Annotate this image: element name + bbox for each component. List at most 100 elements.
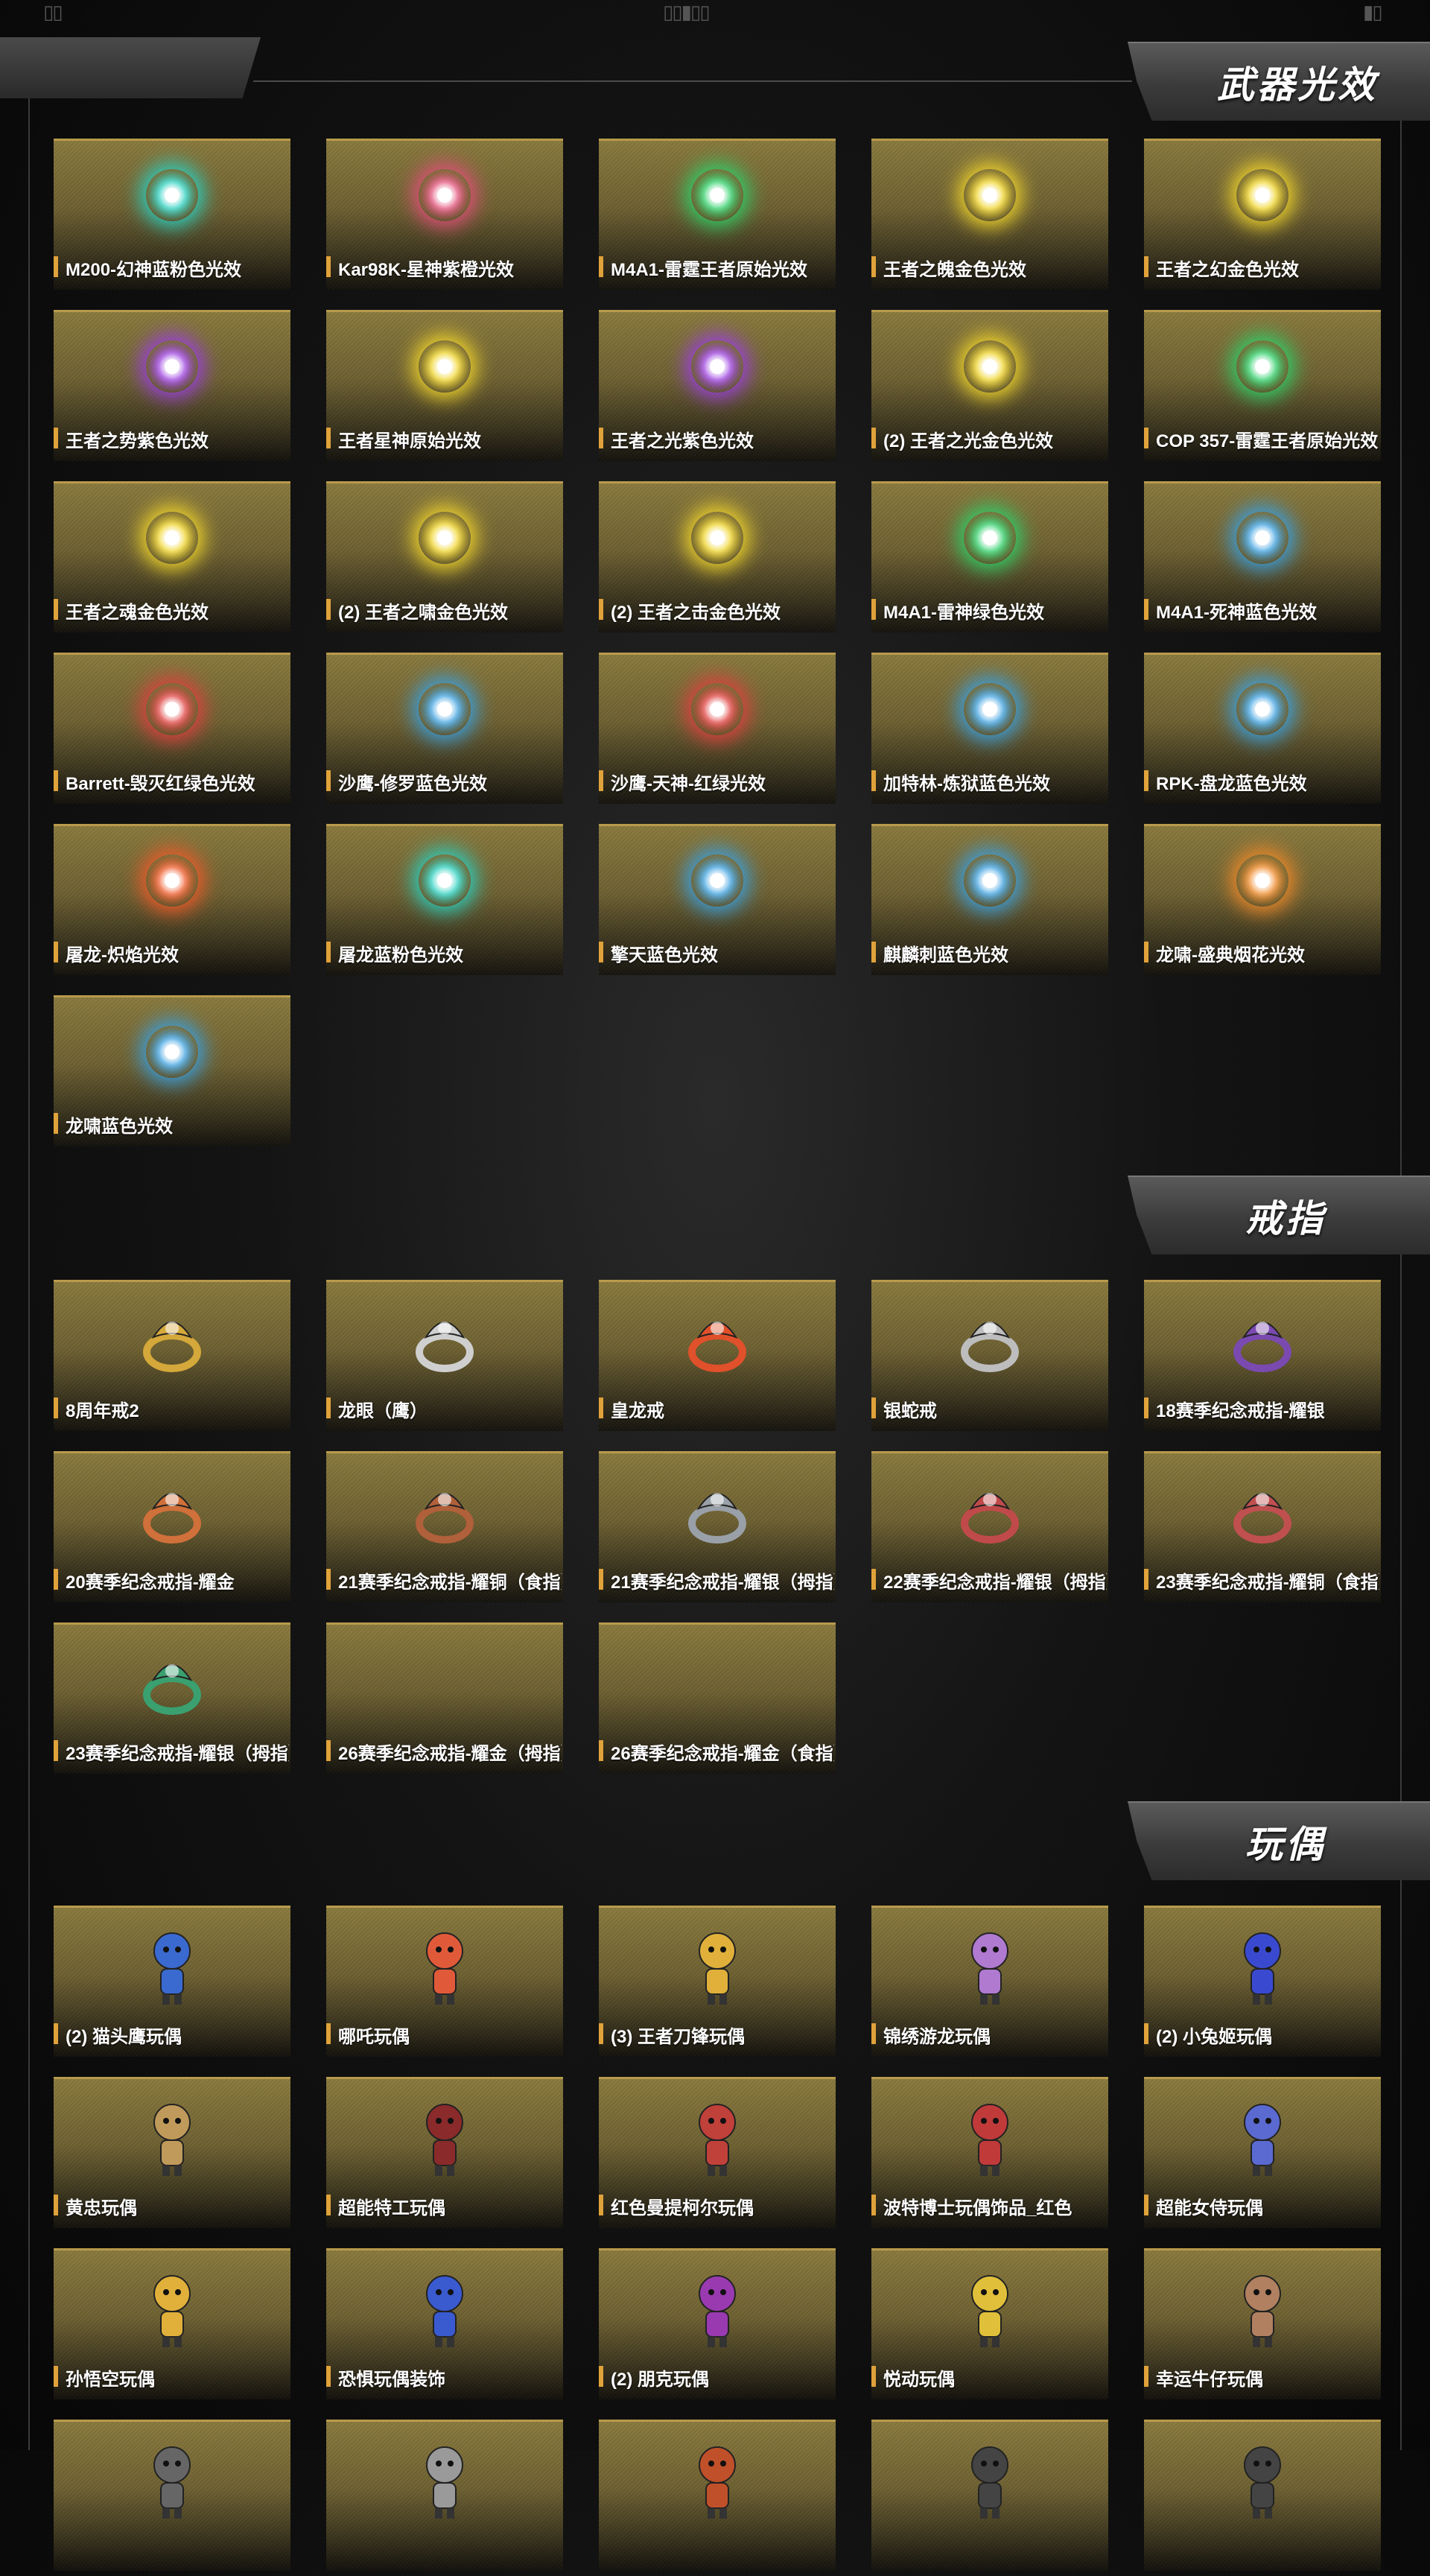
item-card[interactable]: 23赛季纪念戒指-耀铜（食指） [1144, 1451, 1381, 1608]
item-card[interactable]: 悦动玩偶 [871, 2248, 1108, 2405]
item-thumbnail [599, 2420, 836, 2571]
item-card[interactable]: M4A1-雷神绿色光效 [871, 481, 1108, 638]
item-card[interactable]: 龙啸蓝色光效 [54, 995, 290, 1152]
item-card[interactable]: 孙悟空玩偶 [54, 2248, 290, 2405]
ring-icon [139, 1643, 206, 1725]
item-card[interactable]: Kar98K-星神紫橙光效 [326, 139, 563, 295]
doll-icon [956, 2268, 1023, 2350]
glow-effect-icon [1236, 169, 1288, 221]
glow-effect-icon [691, 683, 743, 735]
item-label: (2) 猫头鹰玩偶 [66, 2027, 182, 2047]
header-rule [253, 80, 1132, 82]
item-card[interactable]: 超能特工玩偶 [326, 2077, 563, 2233]
item-card[interactable]: 22赛季纪念戒指-耀银（拇指） [871, 1451, 1108, 1608]
doll-icon [411, 1926, 478, 2008]
item-card[interactable]: 超能女侍玩偶 [1144, 2077, 1381, 2233]
item-card[interactable]: 26赛季纪念戒指-耀金（拇指） [326, 1622, 563, 1779]
item-card[interactable]: Barrett-毁灭红绿色光效 [54, 653, 290, 809]
item-label: 锦绣游龙玩偶 [883, 2027, 991, 2047]
item-card[interactable]: 红色曼提柯尔玩偶 [599, 2077, 836, 2233]
item-label: (2) 王者之光金色光效 [883, 431, 1053, 451]
item-card[interactable]: 恐惧玩偶装饰 [326, 2248, 563, 2405]
item-card[interactable]: (2) 王者之光金色光效 [871, 310, 1108, 466]
item-card[interactable]: 龙眼（鹰） [326, 1280, 563, 1436]
item-label: M200-幻神蓝粉色光效 [66, 260, 242, 280]
item-card[interactable]: 26赛季纪念戒指-耀金（食指） [599, 1622, 836, 1779]
item-label: 21赛季纪念戒指-耀银（拇指） [611, 1573, 834, 1593]
item-card[interactable]: 王者之魂金色光效 [54, 481, 290, 638]
item-card[interactable]: 擎天蓝色光效 [599, 824, 836, 980]
item-card[interactable]: 王者之幻金色光效 [1144, 139, 1381, 295]
item-card[interactable]: 沙鹰-修罗蓝色光效 [326, 653, 563, 809]
item-card[interactable]: (2) 王者之击金色光效 [599, 481, 836, 638]
item-card[interactable]: 王者之光紫色光效 [599, 310, 836, 466]
item-card[interactable]: 屠龙-炽焰光效 [54, 824, 290, 980]
glow-effect-icon [419, 854, 471, 907]
item-card[interactable]: 龙啸-盛典烟花光效 [1144, 824, 1381, 980]
item-card[interactable]: M4A1-雷霆王者原始光效 [599, 139, 836, 295]
section-title: 武器光效 [1217, 63, 1378, 107]
label-accent-bar [1144, 2023, 1148, 2044]
item-card[interactable]: (2) 朋克玩偶 [599, 2248, 836, 2405]
item-card[interactable]: 8周年戒2 [54, 1280, 290, 1436]
ring-icon [1229, 1471, 1296, 1553]
item-card[interactable]: (3) 王者刀锋玩偶 [599, 1906, 836, 2062]
item-card[interactable]: 波特博士玩偶饰品_红色 [871, 2077, 1108, 2233]
label-accent-bar [871, 428, 876, 448]
item-label: Kar98K-星神紫橙光效 [338, 260, 515, 280]
ring-icon [684, 1471, 751, 1553]
item-card[interactable]: 王者之魄金色光效 [871, 139, 1108, 295]
item-label: 龙啸-盛典烟花光效 [1156, 945, 1305, 965]
doll-icon [684, 2097, 751, 2179]
item-card[interactable]: (2) 小兔姬玩偶 [1144, 1906, 1381, 2062]
label-accent-bar [326, 1569, 331, 1590]
label-accent-bar [871, 2023, 876, 2044]
item-card[interactable]: 锦绣游龙玩偶 [871, 1906, 1108, 2062]
item-card[interactable]: M4A1-死神蓝色光效 [1144, 481, 1381, 638]
item-card[interactable]: 黄忠玩偶 [54, 2077, 290, 2233]
item-card[interactable]: M200-幻神蓝粉色光效 [54, 139, 290, 295]
item-card[interactable]: 幸运牛仔玩偶 [1144, 2248, 1381, 2405]
item-card[interactable]: COP 357-雷霆王者原始光效 [1144, 310, 1381, 466]
item-thumbnail [326, 2420, 563, 2571]
label-accent-bar [599, 2195, 603, 2215]
item-card[interactable] [1144, 2420, 1381, 2576]
item-card[interactable]: 银蛇戒 [871, 1280, 1108, 1436]
label-accent-bar [54, 1740, 58, 1761]
item-card[interactable]: 加特林-炼狱蓝色光效 [871, 653, 1108, 809]
item-card[interactable]: 沙鹰-天神-红绿光效 [599, 653, 836, 809]
item-card[interactable]: (2) 猫头鹰玩偶 [54, 1906, 290, 2062]
item-card[interactable]: 哪吒玩偶 [326, 1906, 563, 2062]
item-card[interactable]: 21赛季纪念戒指-耀银（拇指） [599, 1451, 836, 1608]
glow-effect-icon [691, 340, 743, 393]
label-accent-bar [1144, 428, 1148, 448]
item-label: (2) 王者之击金色光效 [611, 603, 781, 623]
top-left-mark: ▯▯ [43, 1, 63, 24]
item-card[interactable]: 18赛季纪念戒指-耀银 [1144, 1280, 1381, 1436]
item-card[interactable] [599, 2420, 836, 2576]
item-card[interactable]: 王者之势紫色光效 [54, 310, 290, 466]
item-card[interactable]: 21赛季纪念戒指-耀铜（食指） [326, 1451, 563, 1608]
item-label: 皇龙戒 [611, 1401, 664, 1421]
item-card[interactable]: 皇龙戒 [599, 1280, 836, 1436]
item-card[interactable]: 23赛季纪念戒指-耀银（拇指） [54, 1622, 290, 1779]
item-card[interactable] [54, 2420, 290, 2576]
item-card[interactable] [326, 2420, 563, 2576]
item-card[interactable]: RPK-盘龙蓝色光效 [1144, 653, 1381, 809]
ring-icon [956, 1300, 1023, 1382]
top-center-mark: ▯▯▮▯▯ [663, 1, 711, 24]
header-left-bar [0, 37, 261, 98]
label-accent-bar [599, 2366, 603, 2387]
item-card[interactable]: 麒麟刺蓝色光效 [871, 824, 1108, 980]
item-card[interactable]: (2) 王者之啸金色光效 [326, 481, 563, 638]
label-accent-bar [871, 942, 876, 962]
item-label: (3) 王者刀锋玩偶 [611, 2027, 745, 2047]
doll-icon [684, 2268, 751, 2350]
item-card[interactable]: 王者星神原始光效 [326, 310, 563, 466]
item-card[interactable]: 屠龙蓝粉色光效 [326, 824, 563, 980]
item-card[interactable]: 20赛季纪念戒指-耀金 [54, 1451, 290, 1608]
glow-effect-icon [1236, 340, 1288, 393]
item-card[interactable] [871, 2420, 1108, 2576]
item-label: 超能女侍玩偶 [1156, 2198, 1263, 2218]
doll-icon [1229, 1926, 1296, 2008]
